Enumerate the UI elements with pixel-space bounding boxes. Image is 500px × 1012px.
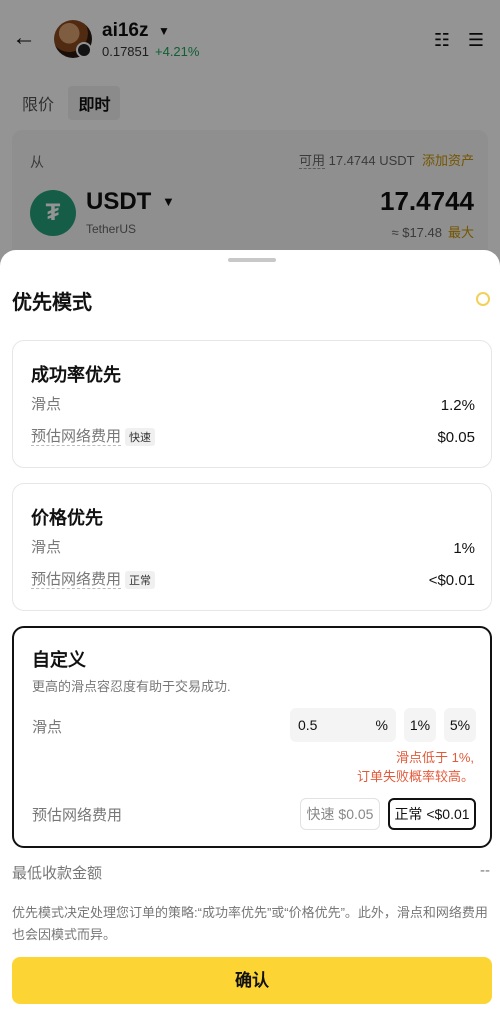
slippage-warning: 滑点低于 1%, 订单失败概率较高。 (357, 748, 474, 786)
fee-label: 预估网络费用 (31, 428, 122, 446)
option-title: 价格优先 (31, 508, 103, 528)
confirm-button[interactable]: 确认 (12, 957, 492, 1004)
fee-speed-tag: 快速 (125, 428, 156, 447)
slippage-label: 滑点 (31, 396, 62, 413)
slippage-chip-5[interactable]: 5% (444, 708, 476, 742)
option-price-priority[interactable]: 价格优先 滑点 1% 预估网络费用 正常 <$0.01 (12, 483, 492, 611)
min-receive-value: -- (480, 862, 490, 879)
priority-mode-sheet: 优先模式 成功率优先 滑点 1.2% 预估网络费用 快速 $0.05 价格优先 滑… (0, 250, 500, 1012)
option-success-priority[interactable]: 成功率优先 滑点 1.2% 预估网络费用 快速 $0.05 (12, 340, 492, 468)
sheet-drag-handle[interactable] (228, 258, 276, 262)
slippage-input-value: 0.5 (298, 717, 318, 733)
warning-line-1: 滑点低于 1%, (395, 750, 474, 765)
slippage-value: 1.2% (440, 397, 475, 414)
slippage-chip-1[interactable]: 1% (404, 708, 436, 742)
warning-line-2: 订单失败概率较高。 (356, 769, 474, 784)
option-title: 自定义 (32, 650, 86, 670)
custom-description: 更高的滑点容忍度有助于交易成功. (32, 679, 231, 694)
slippage-unit: % (375, 717, 388, 733)
loading-spinner-icon (476, 292, 490, 306)
fee-row-label: 预估网络费用 正常 (31, 568, 156, 590)
min-receive-label: 最低收款金额 (12, 865, 103, 882)
slippage-label: 滑点 (32, 719, 63, 736)
slippage-value: 1% (453, 540, 475, 557)
option-title: 成功率优先 (31, 365, 121, 385)
fee-fast-button[interactable]: 快速 $0.05 (300, 798, 380, 830)
fee-label: 预估网络费用 (32, 807, 123, 824)
option-custom[interactable]: 自定义 更高的滑点容忍度有助于交易成功. 滑点 0.5 % 1% 5% 滑点低于… (12, 626, 492, 848)
fee-value: <$0.01 (428, 572, 475, 589)
fee-label: 预估网络费用 (31, 571, 122, 589)
fee-normal-button[interactable]: 正常 <$0.01 (388, 798, 476, 830)
fee-value: $0.05 (437, 429, 475, 446)
fee-speed-tag: 正常 (125, 571, 156, 590)
fee-row-label: 预估网络费用 快速 (31, 425, 156, 447)
priority-note: 优先模式决定处理您订单的策略:“成功率优先”或“价格优先”。此外，滑点和网络费用… (12, 905, 488, 942)
slippage-input[interactable]: 0.5 % (290, 708, 396, 742)
slippage-label: 滑点 (31, 539, 62, 556)
sheet-title: 优先模式 (12, 292, 92, 314)
